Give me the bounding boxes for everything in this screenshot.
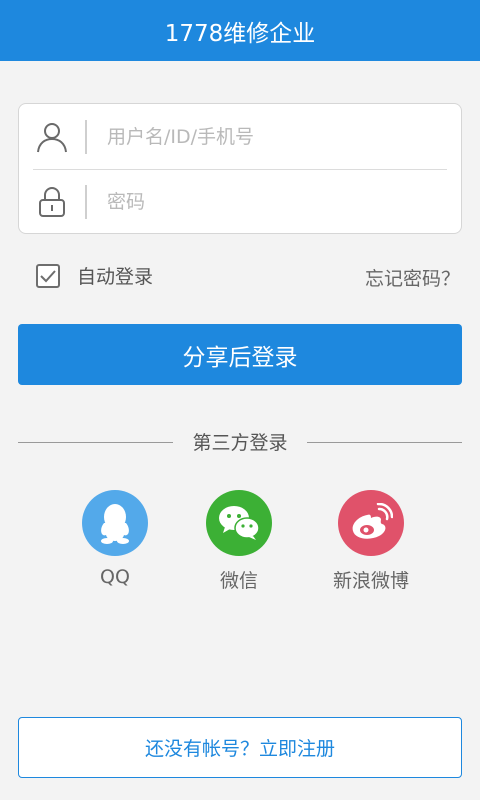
- qq-login-button[interactable]: QQ: [60, 490, 170, 588]
- login-button[interactable]: 分享后登录: [18, 324, 462, 385]
- lock-icon: [19, 169, 85, 234]
- weibo-login-button[interactable]: 新浪微博: [316, 490, 426, 593]
- qq-penguin-icon: [82, 490, 148, 556]
- field-separator: [85, 119, 87, 154]
- username-input[interactable]: [107, 125, 461, 148]
- page-title: 1778维修企业: [164, 20, 316, 47]
- third-party-divider: 第三方登录: [18, 428, 462, 456]
- register-button[interactable]: 还没有帐号？立即注册: [18, 717, 462, 778]
- divider-line: [307, 442, 462, 443]
- user-icon: [19, 104, 85, 169]
- wechat-label: 微信: [219, 570, 258, 592]
- wechat-icon: [206, 490, 272, 556]
- forgot-password-link[interactable]: 忘记密码？: [365, 264, 460, 291]
- password-input[interactable]: [107, 190, 461, 213]
- auto-login-toggle[interactable]: 自动登录: [36, 262, 153, 289]
- field-separator: [85, 184, 87, 219]
- auto-login-checkbox[interactable]: [36, 263, 60, 288]
- wechat-login-button[interactable]: 微信: [184, 490, 294, 593]
- login-form-card: [18, 103, 462, 234]
- weibo-label: 新浪微博: [332, 570, 409, 592]
- weibo-icon: [338, 490, 404, 556]
- username-row: [19, 104, 461, 169]
- qq-label: QQ: [100, 566, 130, 588]
- auto-login-label: 自动登录: [77, 266, 154, 288]
- password-row: [19, 169, 461, 234]
- app-header: 1778维修企业: [0, 0, 480, 61]
- checkmark-icon: [40, 269, 56, 282]
